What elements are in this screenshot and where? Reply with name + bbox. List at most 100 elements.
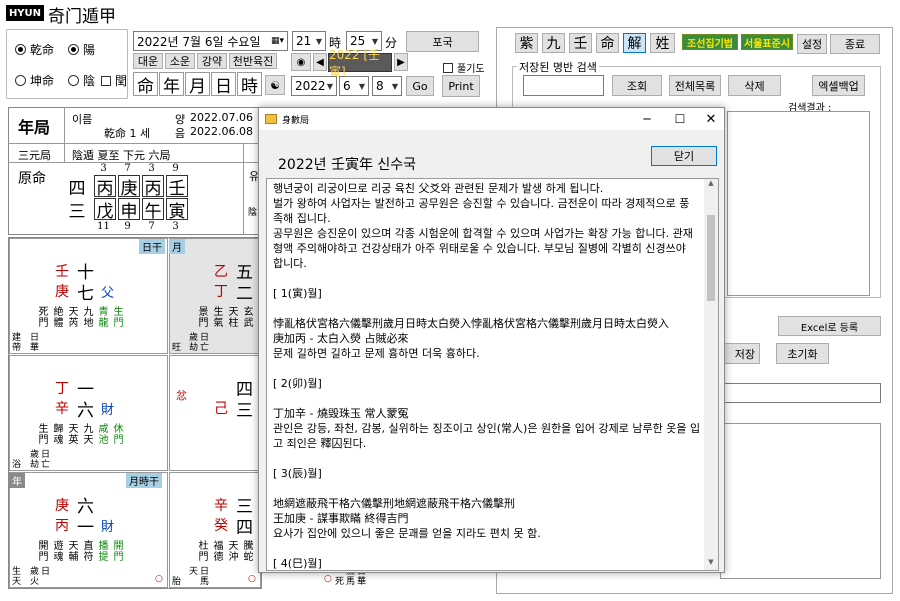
- exit-button[interactable]: 종료: [830, 34, 880, 54]
- settings-button[interactable]: 설정: [797, 34, 827, 54]
- star: 開: [38, 541, 49, 552]
- palace-2-b5: 劫: [189, 343, 199, 353]
- calendar-icon: ▦▾: [270, 36, 284, 46]
- cheonban-button[interactable]: 천반육진: [229, 53, 277, 69]
- scroll-thumb[interactable]: [707, 215, 715, 301]
- info-hline1: [8, 143, 262, 144]
- palace-1-b3: 日: [30, 333, 40, 343]
- star: 天: [228, 541, 239, 552]
- fold-checkbox[interactable]: 풀기도: [443, 60, 485, 75]
- reset-button[interactable]: 초기화: [776, 343, 829, 364]
- maximize-icon[interactable]: ☐: [670, 110, 690, 128]
- go-button[interactable]: Go: [406, 76, 434, 96]
- star: 騰: [243, 541, 254, 552]
- search-button[interactable]: 조회: [612, 75, 662, 96]
- star: 提: [98, 552, 109, 563]
- app-window-icon: [265, 114, 277, 124]
- dialog-line: [ 4(巳)월]: [273, 557, 322, 570]
- leap-label: 閏: [115, 74, 128, 88]
- star: 天: [68, 307, 79, 318]
- radio-male[interactable]: 乾命: [15, 41, 54, 58]
- print-button[interactable]: Print: [442, 75, 480, 97]
- radio-yang-label: 陽: [83, 43, 96, 57]
- star: 休: [113, 424, 124, 435]
- gangyak-button[interactable]: 강약: [197, 53, 227, 69]
- num: 3: [148, 163, 155, 174]
- yinyang-icon: ☯: [270, 78, 280, 92]
- scroll-down-icon[interactable]: ▼: [704, 558, 718, 570]
- big-button-myeong[interactable]: 命: [133, 72, 158, 97]
- hour-select[interactable]: 21 ▼: [292, 31, 326, 51]
- seoul-time-button[interactable]: 서울표준시: [741, 34, 793, 50]
- daeun-button[interactable]: 대운: [133, 53, 163, 69]
- scrollbar[interactable]: ▲ ▼: [704, 179, 718, 570]
- palace-9-b5: 華: [357, 577, 367, 587]
- hyear-select[interactable]: 2022 ▼: [291, 76, 337, 96]
- tab-button-ja[interactable]: 紫: [515, 33, 538, 53]
- hmonth-value: 6: [343, 79, 351, 93]
- palace-5-gz2: 己: [214, 401, 228, 417]
- row-num-2: 三: [68, 201, 86, 222]
- star: 地: [83, 318, 94, 329]
- pillar-bot-1: 戊: [94, 198, 116, 222]
- star: 生: [113, 307, 124, 318]
- date-picker[interactable]: 2022년 7월 6일 수요일 ▦▾: [133, 31, 288, 51]
- prev-year-button[interactable]: ◀: [313, 53, 327, 71]
- tab-button-hae[interactable]: 解: [623, 33, 646, 53]
- search-input[interactable]: [523, 75, 604, 96]
- tab-button-im[interactable]: 壬: [569, 33, 592, 53]
- yinyang-button[interactable]: ☯: [265, 75, 285, 95]
- pokuk-button[interactable]: 포국: [406, 31, 479, 52]
- star: 青: [98, 307, 109, 318]
- chevron-down-icon: ▼: [371, 36, 378, 46]
- dialog-close-button[interactable]: 닫기: [651, 146, 717, 166]
- dialog-line: 요사가 집안에 있으니 좋은 문괘를 얻을 지라도 편치 못 함.: [273, 527, 541, 540]
- hday-select[interactable]: 8 ▼: [372, 76, 402, 96]
- star: 生: [38, 424, 49, 435]
- scroll-up-icon[interactable]: ▲: [704, 179, 718, 191]
- palace-8-b1: 胎: [172, 577, 182, 587]
- star: 天: [68, 541, 79, 552]
- checkbox-box: [101, 75, 111, 86]
- memo-input[interactable]: [720, 383, 881, 403]
- star: 芮: [68, 318, 79, 329]
- star: 體: [53, 318, 64, 329]
- next-year-button[interactable]: ▶: [394, 53, 408, 71]
- star: 魂: [53, 435, 64, 446]
- star: 門: [198, 318, 209, 329]
- palace-7-b1: 生: [12, 567, 22, 577]
- leap-checkbox[interactable]: 閏: [101, 72, 127, 89]
- dialog-text-area[interactable]: 행년궁이 리궁이므로 리궁 육친 父爻와 관련된 문제가 발생 하게 됩니다. …: [266, 178, 719, 571]
- big-button-month[interactable]: 月: [185, 72, 210, 97]
- hmonth-select[interactable]: 6 ▼: [339, 76, 369, 96]
- result-list[interactable]: [727, 111, 870, 296]
- radio-yin[interactable]: 陰: [68, 72, 95, 89]
- excel-backup-button[interactable]: 엑셀백업: [812, 75, 865, 96]
- side-label-2: 陰: [248, 208, 258, 218]
- tab-button-seong[interactable]: 姓: [650, 33, 675, 53]
- tab-button-myeong[interactable]: 命: [596, 33, 619, 53]
- close-icon[interactable]: ✕: [701, 110, 721, 128]
- radio-female[interactable]: 坤命: [15, 72, 54, 89]
- minimize-icon[interactable]: ─: [637, 110, 657, 128]
- big-button-day[interactable]: 日: [211, 72, 236, 97]
- dialog-line: 문제 길하면 길하고 문제 흉하면 더욱 흉하다.: [273, 347, 480, 360]
- palace-2-b1: 旺: [172, 343, 182, 353]
- dialog-line: 王加庚 - 謀事欺瞞 終得吉門: [273, 512, 409, 525]
- delete-button[interactable]: 삭제: [728, 75, 781, 96]
- big-button-year[interactable]: 年: [159, 72, 184, 97]
- palace-1-family: 父: [101, 286, 115, 301]
- save-button[interactable]: 저장: [720, 343, 760, 364]
- star: 咸: [98, 424, 109, 435]
- tab-button-gu[interactable]: 九: [542, 33, 565, 53]
- radio-yang[interactable]: 陽: [68, 41, 95, 58]
- soun-button[interactable]: 소운: [165, 53, 195, 69]
- joseon-method-button[interactable]: 조선집기법: [682, 34, 738, 50]
- all-list-button[interactable]: 전체목록: [669, 75, 721, 96]
- nav-center-button[interactable]: ◉: [291, 53, 311, 71]
- excel-register-button[interactable]: Excel로 등록: [778, 316, 881, 336]
- memo-area[interactable]: [720, 423, 881, 579]
- star: 德: [213, 552, 224, 563]
- big-button-hour[interactable]: 時: [237, 72, 262, 97]
- palace-9-b4: 馬: [346, 577, 356, 587]
